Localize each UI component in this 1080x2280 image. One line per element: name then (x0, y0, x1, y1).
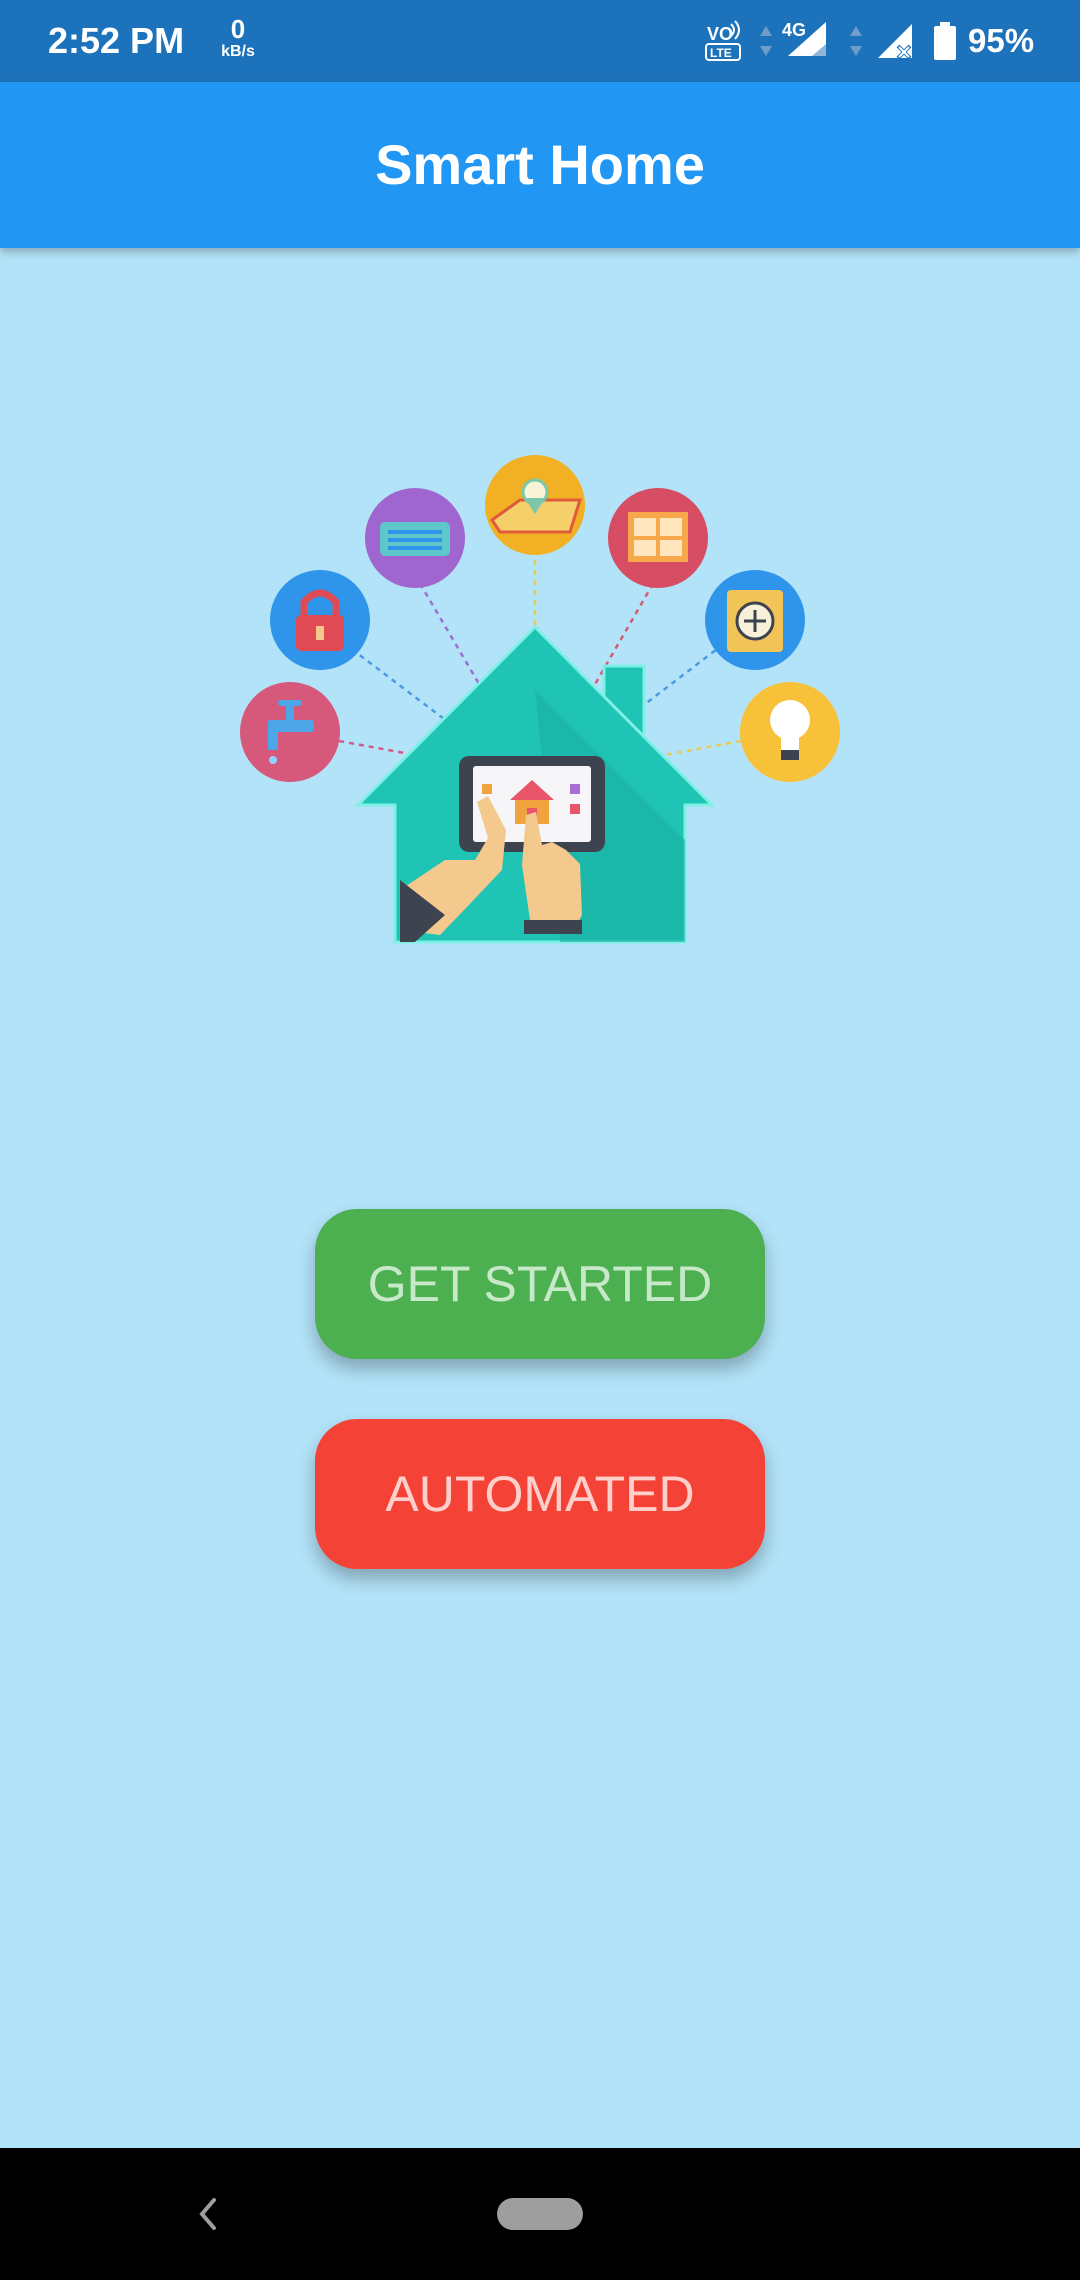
light-bulb-icon (740, 682, 840, 782)
get-started-button[interactable]: GET STARTED (315, 1209, 765, 1359)
svg-text:4G: 4G (782, 20, 806, 40)
status-time: 2:52 PM (48, 20, 185, 61)
back-icon[interactable] (190, 2184, 224, 2244)
volte-icon: VO LTE (705, 20, 741, 61)
padlock-icon (270, 570, 370, 670)
network-speed-value: 0 (230, 14, 246, 44)
automated-button[interactable]: AUTOMATED (315, 1419, 765, 1569)
network-speed-unit: kB/s (221, 43, 255, 60)
status-bar: 2:52 PM 0 kB/s VO LTE 4G 95% (0, 0, 1080, 82)
data-arrows-icon (850, 26, 862, 56)
app-bar: Smart Home (0, 82, 1080, 248)
signal-4g-icon: 4G (782, 20, 826, 56)
battery-icon (934, 22, 956, 60)
network-speed: 0 kB/s (214, 16, 262, 62)
data-arrows-icon (760, 26, 772, 56)
safe-icon (705, 570, 805, 670)
smart-home-illustration (240, 455, 840, 944)
water-tap-icon (240, 682, 340, 782)
svg-text:LTE: LTE (710, 46, 732, 60)
svg-text:VO: VO (707, 24, 733, 44)
navigation-bar (0, 2148, 1080, 2280)
window-icon (608, 488, 708, 588)
page-title: Smart Home (375, 133, 705, 196)
signal-no-service-icon (878, 24, 912, 60)
air-conditioner-icon (365, 488, 465, 588)
battery-percentage: 95% (968, 22, 1035, 59)
home-pill-icon[interactable] (497, 2198, 583, 2230)
map-location-icon (485, 455, 585, 555)
